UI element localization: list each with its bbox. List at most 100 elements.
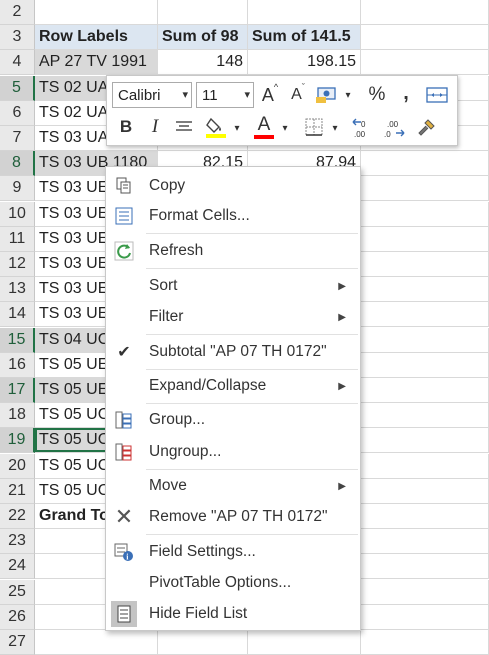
increase-decimal-button[interactable]: 0 .00 (351, 116, 375, 140)
cell[interactable] (361, 504, 489, 529)
cell[interactable] (361, 202, 489, 227)
merge-center-button[interactable] (425, 84, 449, 106)
row-header[interactable]: 9 (0, 176, 35, 201)
menu-item-hide-field-list[interactable]: Hide Field List (106, 599, 360, 629)
row-header[interactable]: 19 (0, 428, 35, 453)
cell[interactable]: Row Labels (35, 25, 158, 50)
cell[interactable]: 148 (158, 50, 248, 75)
cell[interactable] (361, 302, 489, 327)
cell[interactable] (35, 0, 158, 25)
cell[interactable] (361, 403, 489, 428)
cell[interactable] (361, 605, 489, 630)
cell[interactable] (361, 554, 489, 579)
menu-item-expand-collapse[interactable]: Expand/Collapse ▶ (106, 371, 360, 401)
cell[interactable] (361, 353, 489, 378)
cell[interactable] (361, 479, 489, 504)
decrease-decimal-button[interactable]: .00 .0 (382, 116, 406, 140)
font-color-button[interactable]: A (252, 114, 276, 140)
cell[interactable] (361, 630, 489, 655)
row-header[interactable]: 11 (0, 227, 35, 252)
cell[interactable]: Sum of 98 (158, 25, 248, 50)
font-color-dropdown[interactable]: ▾ (279, 118, 291, 138)
cell[interactable] (361, 580, 489, 605)
row-header[interactable]: 23 (0, 529, 35, 554)
row-header[interactable]: 20 (0, 454, 35, 479)
cell[interactable] (248, 0, 361, 25)
row-header[interactable]: 2 (0, 0, 35, 25)
cell[interactable]: AP 27 TV 1991 (35, 50, 158, 75)
cell[interactable] (361, 50, 489, 75)
fill-color-button[interactable] (204, 114, 228, 140)
cell[interactable] (361, 529, 489, 554)
borders-button[interactable] (303, 116, 325, 138)
cell[interactable] (361, 378, 489, 403)
cell[interactable] (361, 227, 489, 252)
menu-divider (146, 403, 358, 404)
menu-item-remove[interactable]: ✕ Remove "AP 07 TH 0172" (106, 502, 360, 532)
menu-item-refresh[interactable]: Refresh (106, 236, 360, 266)
cell[interactable] (361, 328, 489, 353)
cell[interactable] (361, 454, 489, 479)
row-header[interactable]: 17 (0, 378, 35, 403)
row-header[interactable]: 10 (0, 202, 35, 227)
row-header[interactable]: 18 (0, 403, 35, 428)
menu-item-group[interactable]: Group... (106, 405, 360, 435)
merge-center-icon (426, 87, 448, 103)
cell[interactable] (158, 630, 248, 655)
cell[interactable] (361, 252, 489, 277)
row-header[interactable]: 8 (0, 151, 35, 176)
format-painter-button[interactable] (414, 116, 438, 140)
decrease-font-size-button[interactable]: Aˇ (287, 82, 309, 106)
menu-item-format-cells[interactable]: Format Cells... (106, 201, 360, 231)
menu-item-move[interactable]: Move ▶ (106, 471, 360, 501)
row-header[interactable]: 15 (0, 328, 35, 353)
row-header[interactable]: 6 (0, 101, 35, 126)
row-header[interactable]: 12 (0, 252, 35, 277)
menu-item-copy[interactable]: Copy (106, 171, 360, 201)
cell[interactable] (361, 0, 489, 25)
row-header[interactable]: 24 (0, 554, 35, 579)
cell[interactable]: Sum of 141.5 (248, 25, 361, 50)
row-header[interactable]: 21 (0, 479, 35, 504)
percent-style-button[interactable]: % (365, 83, 389, 107)
cell[interactable] (361, 151, 489, 176)
row-header[interactable]: 22 (0, 504, 35, 529)
cell[interactable] (361, 277, 489, 302)
cell[interactable]: 198.15 (248, 50, 361, 75)
cell[interactable] (35, 630, 158, 655)
menu-item-pivot-options[interactable]: PivotTable Options... (106, 568, 360, 598)
font-size-combo[interactable]: 11 ▾ (196, 82, 254, 108)
cell[interactable] (361, 25, 489, 50)
cell[interactable] (158, 0, 248, 25)
row-header[interactable]: 3 (0, 25, 35, 50)
center-align-button[interactable] (173, 116, 195, 138)
borders-dropdown[interactable]: ▾ (329, 118, 341, 138)
row-header[interactable]: 14 (0, 302, 35, 327)
remove-x-icon: ✕ (114, 504, 134, 529)
accounting-dropdown[interactable]: ▾ (342, 85, 354, 105)
row-header[interactable]: 26 (0, 605, 35, 630)
row-header[interactable]: 27 (0, 630, 35, 655)
row-header[interactable]: 7 (0, 126, 35, 151)
menu-item-sort[interactable]: Sort ▶ (106, 271, 360, 301)
menu-item-subtotal[interactable]: ✔ Subtotal "AP 07 TH 0172" (106, 337, 360, 367)
row-header[interactable]: 13 (0, 277, 35, 302)
row-header[interactable]: 16 (0, 353, 35, 378)
accounting-format-button[interactable] (315, 83, 339, 105)
row-header[interactable]: 4 (0, 50, 35, 75)
font-name-combo[interactable]: Calibri ▾ (112, 82, 192, 108)
svg-text:.0: .0 (384, 130, 391, 139)
fill-color-dropdown[interactable]: ▾ (231, 118, 243, 138)
row-header[interactable]: 5 (0, 76, 35, 101)
menu-item-filter[interactable]: Filter ▶ (106, 302, 360, 332)
menu-item-field-settings[interactable]: i Field Settings... (106, 537, 360, 567)
bold-button[interactable]: B (116, 116, 136, 138)
row-header[interactable]: 25 (0, 580, 35, 605)
increase-font-size-button[interactable]: A ^ (259, 82, 281, 106)
comma-style-button[interactable]: , (397, 81, 415, 105)
italic-button[interactable]: I (145, 116, 165, 138)
menu-item-ungroup[interactable]: Ungroup... (106, 437, 360, 467)
cell[interactable] (248, 630, 361, 655)
cell[interactable] (361, 428, 489, 453)
cell[interactable] (361, 176, 489, 201)
